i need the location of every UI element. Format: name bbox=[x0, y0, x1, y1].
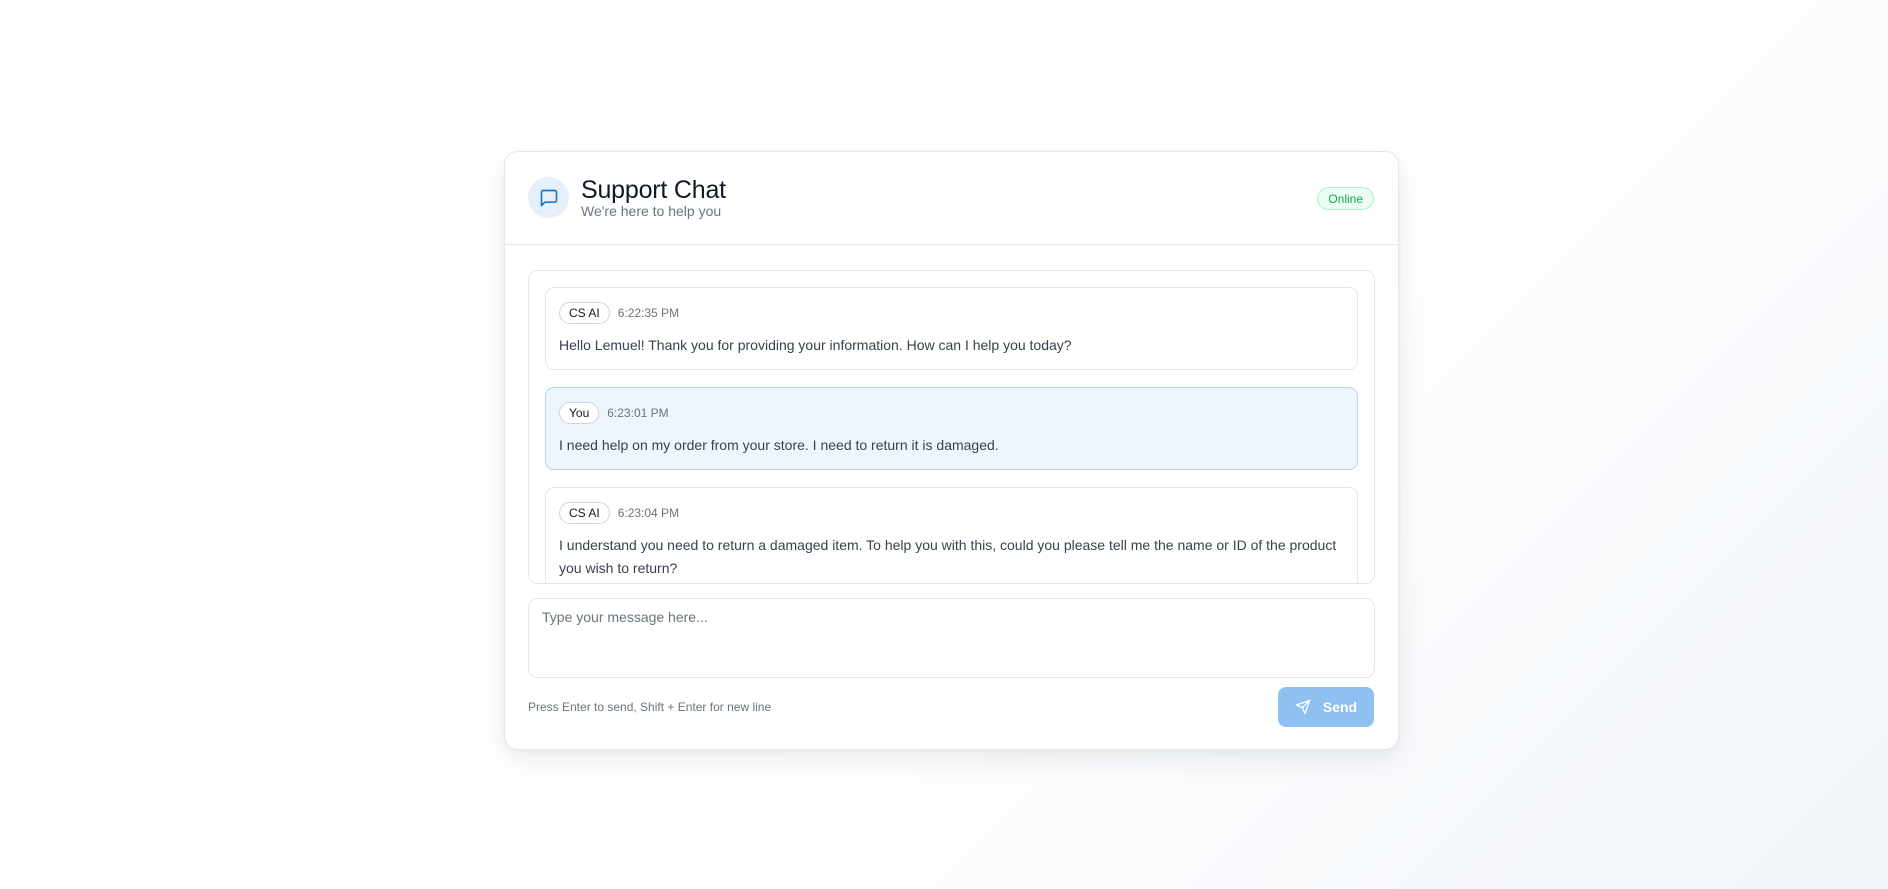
message-item-user: You 6:23:01 PM I need help on my order f… bbox=[545, 387, 1358, 470]
sender-badge: CS AI bbox=[559, 302, 610, 324]
sender-badge: CS AI bbox=[559, 502, 610, 524]
message-list[interactable]: CS AI 6:22:35 PM Hello Lemuel! Thank you… bbox=[528, 270, 1375, 584]
send-button[interactable]: Send bbox=[1278, 687, 1374, 727]
message-input[interactable] bbox=[528, 598, 1375, 678]
message-time: 6:22:35 PM bbox=[617, 306, 680, 320]
message-text: I understand you need to return a damage… bbox=[559, 537, 1337, 576]
send-hint: Press Enter to send, Shift + Enter for n… bbox=[528, 700, 772, 714]
sender-badge: You bbox=[559, 402, 600, 424]
send-button-label: Send bbox=[1322, 699, 1358, 715]
message-item: CS AI 6:23:04 PM I understand you need t… bbox=[545, 487, 1358, 583]
page-subtitle: We're here to help you bbox=[581, 203, 722, 219]
status-badge: Online bbox=[1317, 187, 1374, 210]
message-meta: CS AI 6:23:04 PM bbox=[559, 502, 1344, 524]
chat-card: Support Chat We're here to help you Onli… bbox=[504, 151, 1399, 750]
chat-header: Support Chat We're here to help you Onli… bbox=[505, 152, 1398, 245]
message-time: 6:23:01 PM bbox=[607, 406, 669, 420]
message-meta: CS AI 6:22:35 PM bbox=[559, 302, 1344, 324]
page-title: Support Chat bbox=[581, 176, 726, 204]
message-text: I need help on my order from your store.… bbox=[559, 437, 999, 453]
message-time: 6:23:04 PM bbox=[617, 506, 680, 520]
message-text: Hello Lemuel! Thank you for providing yo… bbox=[559, 337, 1072, 353]
message-meta: You 6:23:01 PM bbox=[559, 402, 1344, 424]
message-item: CS AI 6:22:35 PM Hello Lemuel! Thank you… bbox=[545, 287, 1358, 370]
chat-bubble-icon bbox=[528, 177, 569, 218]
paper-plane-icon bbox=[1295, 699, 1311, 715]
